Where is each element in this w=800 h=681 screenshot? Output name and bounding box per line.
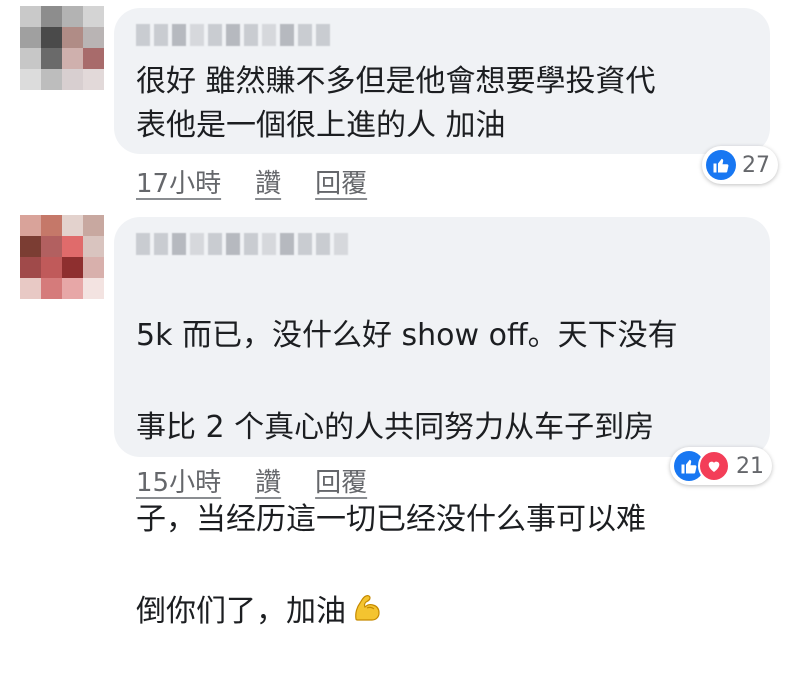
comment-bubble: 5k 而已，没什么好 show off。天下没有 事比 2 个真心的人共同努力从… [114, 217, 770, 629]
avatar-pixel [20, 48, 41, 69]
comment-actions: 17小時 讚 回覆 [136, 163, 367, 200]
comment-2: 5k 而已，没什么好 show off。天下没有 事比 2 个真心的人共同努力从… [0, 205, 800, 629]
avatar-pixel [83, 257, 104, 278]
avatar-pixel [20, 278, 41, 299]
avatar-pixel [83, 69, 104, 90]
avatar[interactable] [20, 6, 104, 90]
comment-actions: 15小時 讚 回覆 [136, 462, 367, 499]
reply-button[interactable]: 回覆 [315, 163, 367, 200]
avatar-pixel [41, 6, 62, 27]
avatar-pixel [20, 27, 41, 48]
comment-text-line-with-emoji: 倒你们了，加油 [136, 589, 678, 635]
avatar[interactable] [20, 215, 104, 299]
avatar-pixel [41, 215, 62, 236]
comment-text: 很好 雖然賺不多但是他會想要學投資代 表他是一個很上進的人 加油 [136, 64, 656, 143]
avatar-pixel [62, 6, 83, 27]
avatar-pixel [62, 278, 83, 299]
love-icon [698, 450, 730, 482]
avatar-pixel [83, 215, 104, 236]
author-name-redacted[interactable] [136, 231, 348, 257]
avatar-pixel [62, 236, 83, 257]
avatar-pixel [20, 69, 41, 90]
avatar-pixel [62, 48, 83, 69]
avatar-pixel [62, 257, 83, 278]
timestamp-link[interactable]: 17小時 [136, 163, 221, 200]
flexed-biceps-icon [350, 591, 384, 625]
reactions-summary[interactable]: 27 [702, 146, 778, 184]
avatar-pixel [62, 27, 83, 48]
reactions-summary[interactable]: 21 [670, 447, 772, 485]
avatar-pixel [20, 6, 41, 27]
comment-text-line: 子，当经历這一切已经没什么事可以难 [136, 502, 646, 537]
avatar-pixel [41, 69, 62, 90]
comment-text-line: 事比 2 个真心的人共同努力从车子到房 [136, 410, 655, 445]
avatar-pixel [41, 236, 62, 257]
avatar-pixel [41, 278, 62, 299]
avatar-pixel [20, 257, 41, 278]
avatar-pixel [83, 6, 104, 27]
avatar-pixel [20, 236, 41, 257]
avatar-pixel [83, 27, 104, 48]
reply-button[interactable]: 回覆 [315, 462, 367, 499]
comment-text-line: 倒你们了，加油 [136, 594, 346, 629]
avatar-pixel [62, 215, 83, 236]
avatar-pixel [20, 215, 41, 236]
comment-text-line: 5k 而已，没什么好 show off。天下没有 [136, 318, 678, 353]
avatar-pixel [83, 48, 104, 69]
comment-1: 很好 雖然賺不多但是他會想要學投資代 表他是一個很上進的人 加油 17小時 讚 … [0, 0, 800, 205]
timestamp-link[interactable]: 15小時 [136, 462, 221, 499]
avatar-pixel [83, 278, 104, 299]
avatar-pixel [41, 48, 62, 69]
avatar-pixel [83, 236, 104, 257]
avatar-pixel [62, 69, 83, 90]
avatar-pixel [41, 27, 62, 48]
comment-bubble: 很好 雖然賺不多但是他會想要學投資代 表他是一個很上進的人 加油 [114, 8, 770, 154]
avatar-pixel [41, 257, 62, 278]
like-button[interactable]: 讚 [255, 163, 281, 200]
reaction-count: 27 [742, 152, 770, 178]
like-button[interactable]: 讚 [255, 462, 281, 499]
like-icon [706, 150, 736, 180]
author-name-redacted[interactable] [136, 22, 330, 48]
reaction-count: 21 [736, 453, 764, 479]
